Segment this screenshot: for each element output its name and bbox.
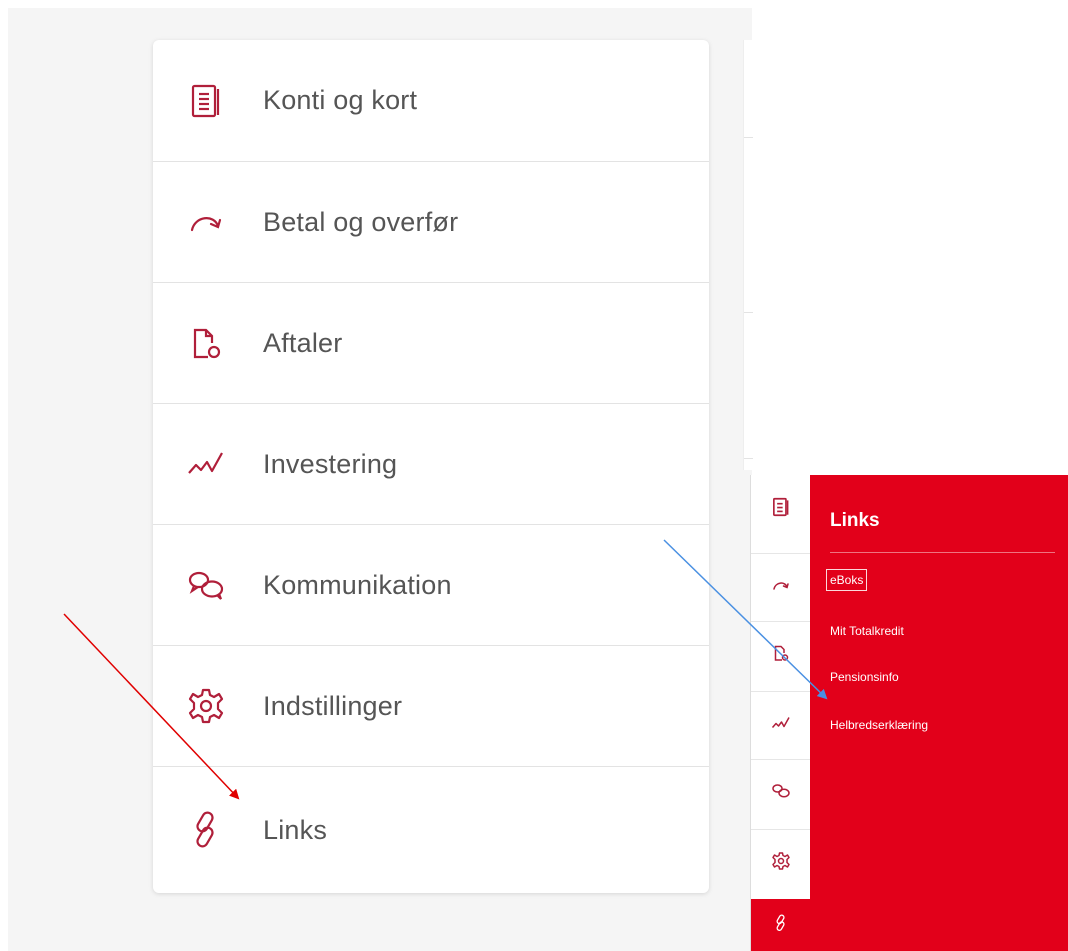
accounts-document-icon	[770, 496, 792, 523]
menu-item-label: Indstillinger	[263, 690, 403, 721]
links-panel-divider	[830, 552, 1055, 553]
agreement-document-icon	[183, 320, 229, 366]
accounts-document-icon	[183, 78, 229, 124]
collapsed-item-konti-og-kort[interactable]	[751, 475, 811, 543]
link-eboks[interactable]: eBoks	[825, 569, 868, 591]
collapsed-item-aftaler[interactable]	[751, 621, 811, 689]
collapsed-item-kommunikation[interactable]	[751, 759, 811, 827]
menu-item-links[interactable]: Links	[153, 766, 709, 893]
menu-item-kommunikation[interactable]: Kommunikation	[153, 524, 709, 645]
gear-icon	[183, 683, 229, 729]
link-icon	[772, 914, 790, 937]
collapsed-item-betal-og-overfor[interactable]	[751, 553, 811, 621]
chat-bubbles-icon	[771, 781, 791, 806]
links-panel-title: Links	[830, 510, 880, 531]
menu-item-label: Betal og overfør	[263, 206, 459, 237]
agreement-document-icon	[771, 643, 791, 668]
links-flyout-panel: Links eBoks Mit Totalkredit Pensionsinfo…	[810, 475, 1068, 951]
transfer-arrow-icon	[183, 199, 229, 245]
collapsed-item-indstillinger[interactable]	[751, 829, 811, 897]
investment-chart-icon	[183, 441, 229, 487]
menu-item-aftaler[interactable]: Aftaler	[153, 282, 709, 403]
gear-icon	[771, 851, 791, 876]
menu-item-label: Kommunikation	[263, 569, 452, 600]
collapsed-item-links[interactable]	[751, 899, 811, 951]
link-helbredserklaering[interactable]: Helbredserklæring	[830, 718, 928, 732]
link-pensionsinfo[interactable]: Pensionsinfo	[830, 670, 899, 684]
menu-item-betal-og-overfor[interactable]: Betal og overfør	[153, 161, 709, 282]
main-menu: Konti og kort Betal og overfør Aftaler I…	[153, 40, 709, 893]
transfer-arrow-icon	[771, 575, 791, 600]
collapsed-item-investering[interactable]	[751, 691, 811, 759]
menu-item-label: Konti og kort	[263, 85, 418, 115]
collapsed-menu-rail	[750, 475, 811, 951]
chat-bubbles-icon	[183, 562, 229, 608]
menu-item-indstillinger[interactable]: Indstillinger	[153, 645, 709, 766]
link-mit-totalkredit[interactable]: Mit Totalkredit	[830, 624, 904, 638]
menu-item-label: Aftaler	[263, 327, 343, 358]
menu-item-label: Investering	[263, 448, 398, 479]
background-card-edge	[743, 40, 753, 470]
link-icon	[183, 807, 229, 853]
menu-item-konti-og-kort[interactable]: Konti og kort	[153, 40, 709, 161]
investment-chart-icon	[771, 713, 791, 738]
menu-item-label: Links	[263, 814, 328, 845]
menu-item-investering[interactable]: Investering	[153, 403, 709, 524]
